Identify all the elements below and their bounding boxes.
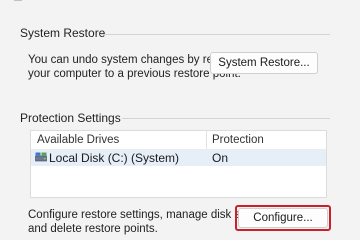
drive-name: Local Disk (C:) (System) <box>49 151 180 165</box>
table-row[interactable]: Local Disk (C:) (System) On <box>31 150 326 166</box>
description-line: and delete restore points. <box>28 223 158 235</box>
column-separator <box>206 131 207 149</box>
group-divider <box>100 34 330 35</box>
configure-description: Configure restore settings, manage disk … <box>28 208 268 236</box>
protection-status: On <box>212 151 229 165</box>
system-restore-heading: System Restore <box>20 26 106 40</box>
group-divider <box>122 118 330 119</box>
column-header-protection[interactable]: Protection <box>212 134 264 146</box>
drives-list[interactable]: Available Drives Protection Local Disk (… <box>30 130 327 198</box>
protection-settings-heading: Protection Settings <box>20 111 121 125</box>
system-restore-button[interactable]: System Restore... <box>210 52 318 74</box>
drive-icon <box>35 152 47 162</box>
column-header-drives[interactable]: Available Drives <box>37 134 119 146</box>
description-line: Configure restore settings, manage disk … <box>28 209 269 221</box>
computer-icon <box>14 0 22 1</box>
configure-button[interactable]: Configure... <box>238 208 328 228</box>
